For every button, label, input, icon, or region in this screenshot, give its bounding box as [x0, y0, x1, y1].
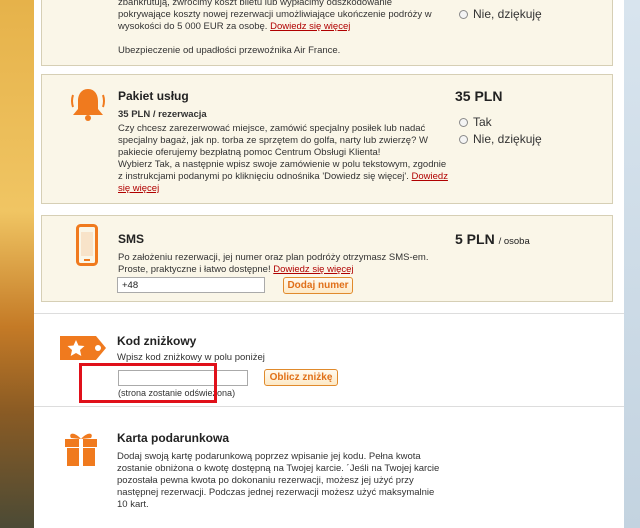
service-pack-more-link[interactable]: Dowiedz: [412, 171, 448, 182]
sms-text-1: Po założeniu rezerwacji, jej numer oraz …: [118, 252, 429, 263]
discount-tag-icon: [60, 336, 106, 360]
sms-more-link[interactable]: Dowiedz się więcej: [273, 264, 353, 275]
background-right: [624, 0, 640, 528]
service-pack-title: Pakiet usług: [118, 89, 189, 103]
radio-label: Tak: [473, 115, 492, 129]
insurance-more-link[interactable]: Dowiedz się więcej: [270, 21, 350, 32]
service-pack-card: Pakiet usług 35 PLN 35 PLN / rezerwacja …: [41, 74, 613, 204]
sms-text-2: Proste, praktyczne i łatwo dostępne! Dow…: [118, 264, 354, 275]
sms-title: SMS: [118, 232, 145, 246]
radio-label: Nie, dziękuję: [473, 132, 542, 146]
calculate-discount-button[interactable]: Oblicz zniżkę: [264, 369, 338, 386]
radio-button[interactable]: [459, 117, 468, 127]
bell-icon: [71, 89, 105, 121]
insurance-note: Ubezpieczenie od upadłości przewoźnika A…: [118, 45, 341, 56]
gift-card-text-1: Dodaj swoją kartę podarunkową poprzez wp…: [117, 451, 421, 462]
service-pack-subtitle: 35 PLN / rezerwacja: [118, 109, 207, 120]
service-pack-price: 35 PLN: [455, 88, 503, 104]
service-pack-text-4: Wybierz Tak, a następnie wpisz swoje zam…: [118, 159, 447, 170]
highlight-box: [79, 363, 217, 403]
add-number-button[interactable]: Dodaj numer: [283, 277, 353, 294]
gift-card-title: Karta podarunkowa: [117, 431, 230, 445]
gift-card-text-4: następnej rezerwacji. Podczas jednej rez…: [117, 487, 435, 498]
service-pack-text-1: Czy chcesz zarezerwować miejsce, zamówić…: [118, 123, 426, 134]
service-pack-more-link-2[interactable]: się więcej: [118, 183, 159, 194]
phone-number-input[interactable]: +48: [117, 277, 265, 293]
service-pack-radio-yes[interactable]: Tak: [459, 115, 492, 129]
discount-title: Kod zniżkowy: [117, 334, 197, 348]
gift-card-text-5: 10 kart.: [117, 499, 149, 510]
radio-button[interactable]: [459, 9, 468, 19]
service-pack-text-3: pakiecie oferujemy bezpłatną pomoc Centr…: [118, 147, 381, 158]
background-left: [0, 0, 34, 528]
service-pack-text-5: z instrukcjami podanymi po kliknięciu od…: [118, 171, 448, 182]
gift-card-text-2: zostanie obniżona o kwotę dostępną na Tw…: [117, 463, 440, 474]
service-pack-text-2: specjalny bagaż, jak np. torba ze sprzęt…: [118, 135, 428, 146]
service-pack-radio-no[interactable]: Nie, dziękuję: [459, 132, 542, 146]
options-page: zbankrutują, zwrócimy koszt biletu lub w…: [34, 0, 624, 528]
gift-icon: [65, 433, 97, 466]
insurance-radio-no[interactable]: Nie, dziękuję: [459, 7, 542, 21]
insurance-text-1: zbankrutują, zwrócimy koszt biletu lub w…: [118, 0, 393, 8]
sms-price: 5 PLN / osoba: [455, 231, 530, 247]
insurance-text-3: wysokości do 5 000 EUR za osobę. Dowiedz…: [118, 21, 351, 32]
service-pack-text-6: się więcej: [118, 183, 159, 195]
gift-card-section: Karta podarunkowa Dodaj swoją kartę poda…: [34, 406, 624, 528]
radio-button[interactable]: [459, 134, 468, 144]
gift-card-text-3: pozostała pewna kwota po dokonaniu rezer…: [117, 475, 414, 486]
insurance-text-2: pokrywające koszty nowej rezerwacji umoż…: [118, 9, 432, 20]
sms-card: SMS 5 PLN / osoba Po założeniu rezerwacj…: [41, 215, 613, 302]
phone-icon: [76, 224, 98, 266]
radio-label: Nie, dziękuję: [473, 7, 542, 21]
insurance-card: zbankrutują, zwrócimy koszt biletu lub w…: [41, 0, 613, 66]
